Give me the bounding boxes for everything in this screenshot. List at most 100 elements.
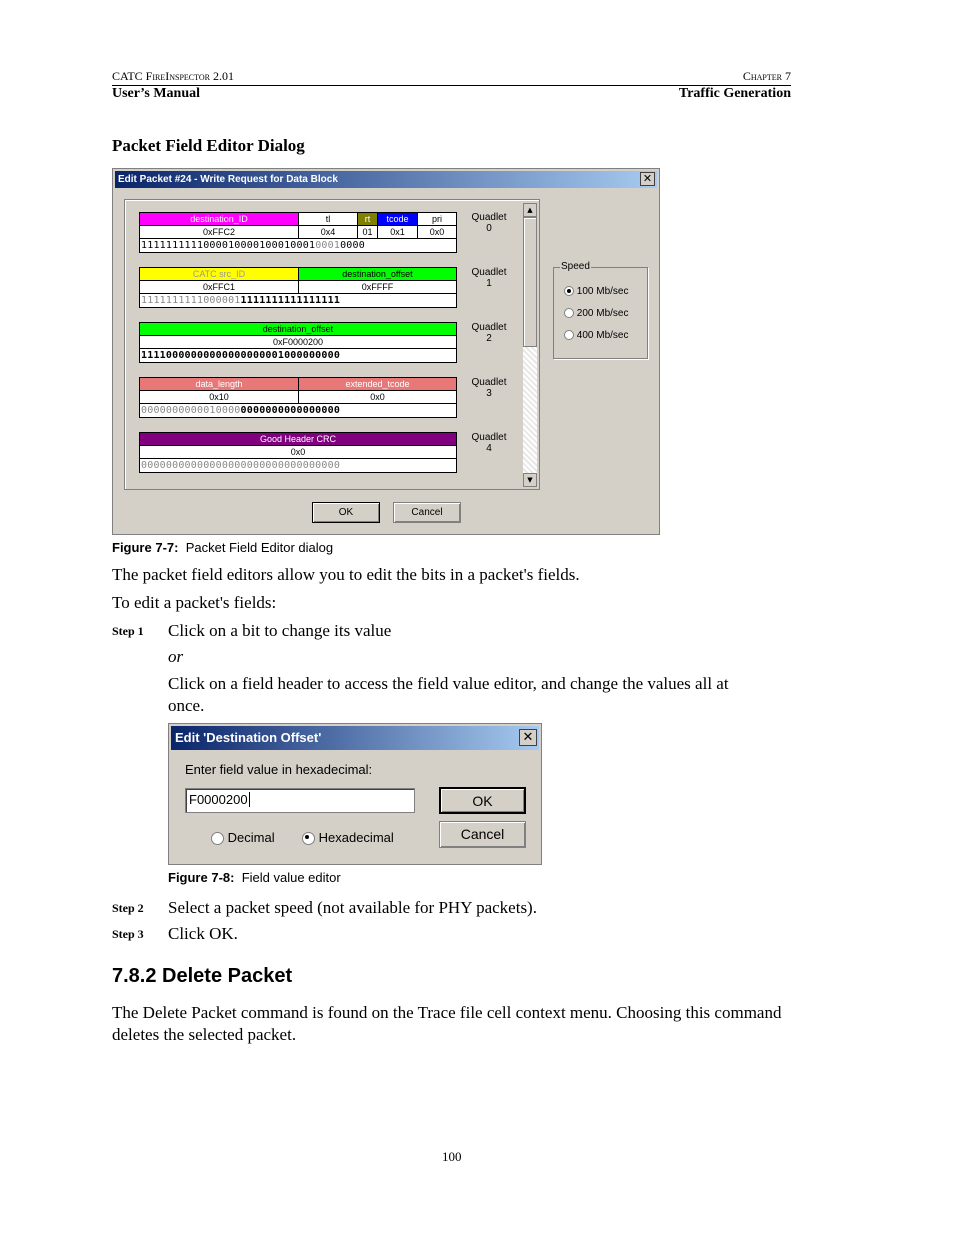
quadlet-4-values: 0x0	[139, 445, 457, 459]
quadlet-1-label: Quadlet 1	[471, 267, 507, 289]
field-header-rt[interactable]: rt	[357, 212, 377, 226]
field-header-pri[interactable]: pri	[417, 212, 457, 226]
bit-group[interactable]: 1111111111111111	[241, 295, 341, 306]
field-header-catc-src-id[interactable]: CATC src_ID	[139, 267, 298, 281]
field-header-data-length[interactable]: data_length	[139, 377, 298, 391]
quadlet-panel: destination_ID tl rt tcode pri 0xFFC2 0x…	[124, 199, 540, 490]
heading-delete-packet: 7.8.2 Delete Packet	[112, 965, 293, 987]
field-header-tcode[interactable]: tcode	[377, 212, 417, 226]
quadlet-2-headers: destination_offset	[139, 322, 457, 336]
header-chapter: Chapter 7	[742, 69, 791, 83]
hex-value-input[interactable]: F0000200	[185, 788, 415, 813]
speed-label: Speed	[560, 261, 591, 272]
bit-group[interactable]: 0000000000000000	[241, 405, 341, 416]
radio-selected-icon[interactable]	[302, 832, 315, 846]
ok-button[interactable]: OK	[439, 787, 526, 814]
quadlet-2-label: Quadlet 2	[471, 322, 507, 344]
scroll-thumb[interactable]	[523, 217, 537, 347]
caption-text: Packet Field Editor dialog	[185, 540, 334, 555]
quadlet-scrollbar[interactable]: ▲ ▼	[522, 203, 537, 487]
step-1-label: Step 1	[112, 624, 144, 638]
field-value-editor-dialog: Edit 'Destination Offset' ✕ Enter field …	[168, 723, 542, 865]
step-3-label: Step 3	[112, 927, 144, 941]
caption-label: Figure 7-7:	[112, 540, 179, 555]
field-value: 0x0	[139, 445, 457, 459]
quadlet-0-label: Quadlet 0	[471, 212, 507, 234]
speed-option-100[interactable]: 100 Mb/sec	[564, 286, 628, 297]
step-2-label: Step 2	[112, 901, 144, 915]
header-product: CATC FireInspector 2.01	[112, 69, 234, 83]
radio-decimal[interactable]: Decimal	[211, 830, 275, 846]
quadlet-3-values: 0x10 0x0	[139, 390, 457, 404]
speed-group: Speed 100 Mb/sec 200 Mb/sec 400 Mb/sec	[553, 261, 648, 359]
quadlet-2-bits[interactable]: 11110000000000000000001000000000	[139, 348, 457, 363]
speed-option-label: 100 Mb/sec	[576, 286, 629, 297]
edit-packet-dialog: Edit Packet #24 - Write Request for Data…	[112, 168, 660, 535]
speed-option-label: 400 Mb/sec	[576, 330, 629, 341]
field-value: 0x4	[298, 225, 357, 239]
quadlet-0-headers: destination_ID tl rt tcode pri	[139, 212, 457, 226]
page-number: 100	[442, 1149, 462, 1164]
radio-label: Decimal	[227, 830, 275, 845]
dialog-titlebar: Edit 'Destination Offset' ✕	[171, 726, 539, 750]
speed-option-400[interactable]: 400 Mb/sec	[564, 330, 628, 341]
quadlet-4-label: Quadlet 4	[471, 432, 507, 454]
quadlet-1-values: 0xFFC1 0xFFFF	[139, 280, 457, 294]
header-manual: User’s Manual	[112, 86, 201, 101]
field-header-good-header-crc[interactable]: Good Header CRC	[139, 432, 457, 446]
quadlet-2-values: 0xF0000200	[139, 335, 457, 349]
step-1-or: or	[168, 647, 184, 666]
speed-option-200[interactable]: 200 Mb/sec	[564, 308, 628, 319]
field-value: 0x10	[139, 390, 298, 404]
quadlet-1-bits[interactable]: 11111111110000011111111111111111	[139, 293, 457, 308]
field-header-tl[interactable]: tl	[298, 212, 357, 226]
bit-group[interactable]: 0001	[315, 240, 340, 251]
scroll-up-icon[interactable]: ▲	[523, 203, 537, 217]
radio-icon[interactable]	[564, 330, 574, 341]
radio-icon[interactable]	[211, 832, 224, 846]
close-icon[interactable]: ✕	[519, 729, 537, 746]
radio-icon[interactable]	[564, 308, 574, 319]
quadlet-3-label: Quadlet 3	[471, 377, 507, 399]
field-header-extended-tcode[interactable]: extended_tcode	[298, 377, 457, 391]
caption-text: Field value editor	[241, 870, 341, 885]
field-value: 0xFFC2	[139, 225, 298, 239]
close-icon[interactable]: ✕	[640, 172, 655, 186]
quadlet-4-bits[interactable]: 00000000000000000000000000000000	[139, 458, 457, 473]
radio-hexadecimal[interactable]: Hexadecimal	[302, 830, 394, 846]
bit-group[interactable]: 11110000000000000000001000000000	[141, 350, 340, 361]
bit-group[interactable]: 1111111111000010000100010001	[141, 240, 315, 251]
text-cursor	[248, 792, 250, 807]
paragraph: To edit a packet's fields:	[112, 593, 277, 612]
field-header-destination-offset[interactable]: destination_offset	[139, 322, 457, 336]
hex-value-text: F0000200	[189, 792, 248, 807]
quadlet-0-values: 0xFFC2 0x4 01 0x1 0x0	[139, 225, 457, 239]
quadlet-1-headers: CATC src_ID destination_offset	[139, 267, 457, 281]
figure-7-7-caption: Figure 7-7: Packet Field Editor dialog	[112, 540, 333, 555]
header-section: Traffic Generation	[678, 86, 791, 101]
bit-group[interactable]: 0000	[340, 240, 365, 251]
bit-group[interactable]: 0000000000010000	[141, 405, 241, 416]
cancel-button[interactable]: Cancel	[439, 821, 526, 848]
field-value: 0x0	[417, 225, 457, 239]
step-1-text2: Click on a field header to access the fi…	[168, 674, 729, 715]
field-value: 0x1	[377, 225, 417, 239]
scroll-down-icon[interactable]: ▼	[523, 473, 537, 487]
dialog-title: Edit Packet #24 - Write Request for Data…	[118, 174, 338, 185]
field-header-destination-offset[interactable]: destination_offset	[298, 267, 457, 281]
paragraph: The Delete Packet command is found on th…	[112, 1003, 782, 1044]
cancel-button[interactable]: Cancel	[393, 502, 461, 523]
ok-button[interactable]: OK	[312, 502, 380, 523]
radio-selected-icon[interactable]	[564, 286, 574, 297]
dialog-title: Edit 'Destination Offset'	[175, 730, 322, 745]
quadlet-0-bits[interactable]: 111111111100001000010001000100010000	[139, 238, 457, 253]
field-value: 01	[357, 225, 377, 239]
field-header-destination-id[interactable]: destination_ID	[139, 212, 298, 226]
speed-option-label: 200 Mb/sec	[576, 308, 629, 319]
section-title: Packet Field Editor Dialog	[112, 136, 305, 155]
caption-label: Figure 7-8:	[168, 870, 235, 885]
quadlet-3-bits[interactable]: 00000000000100000000000000000000	[139, 403, 457, 418]
bit-group[interactable]: 1111111111000001	[141, 295, 241, 306]
bit-group[interactable]: 00000000000000000000000000000000	[141, 460, 340, 471]
radio-label: Hexadecimal	[318, 830, 394, 845]
